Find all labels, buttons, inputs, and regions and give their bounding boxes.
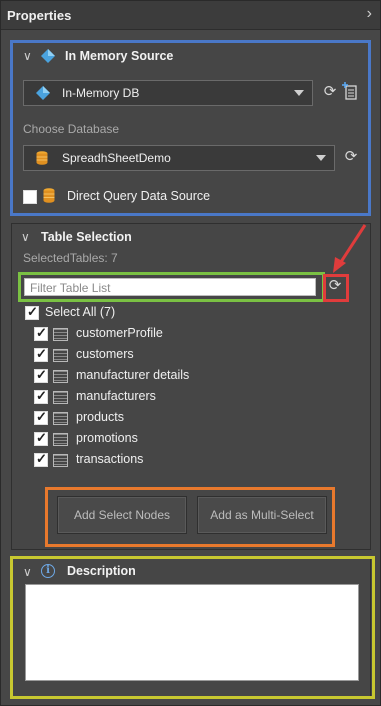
in-memory-source-icon bbox=[41, 49, 55, 63]
direct-query-checkbox[interactable] bbox=[23, 190, 37, 204]
collapse-tables-icon[interactable]: ∨ bbox=[21, 230, 30, 244]
database-type-value: In-Memory DB bbox=[62, 86, 140, 100]
filter-table-input[interactable]: Filter Table List bbox=[24, 278, 316, 296]
add-select-nodes-button[interactable]: Add Select Nodes bbox=[57, 496, 187, 534]
table-item-checkbox[interactable] bbox=[34, 451, 48, 467]
table-item-checkbox[interactable] bbox=[34, 430, 48, 446]
annotation-arrow bbox=[333, 224, 367, 273]
in-memory-db-icon bbox=[36, 86, 50, 100]
database-type-dropdown[interactable]: In-Memory DB bbox=[23, 80, 313, 106]
table-item-label: transactions bbox=[76, 452, 144, 466]
table-item-checkbox[interactable] bbox=[34, 388, 48, 404]
refresh-database-icon[interactable]: ⟳ bbox=[342, 148, 360, 166]
table-icon bbox=[53, 391, 68, 404]
choose-database-label: Choose Database bbox=[23, 122, 120, 136]
selected-tables-count: SelectedTables: 7 bbox=[23, 251, 118, 265]
info-icon: i bbox=[41, 564, 55, 578]
select-all-label: Select All (7) bbox=[45, 305, 116, 319]
table-icon bbox=[53, 328, 68, 341]
collapse-description-icon[interactable]: ∨ bbox=[23, 565, 32, 579]
refresh-tables-icon[interactable]: ⟳ bbox=[326, 277, 344, 295]
table-item-label: promotions bbox=[76, 431, 138, 445]
new-connection-icon[interactable] bbox=[342, 82, 358, 100]
direct-query-label: Direct Query Data Source bbox=[67, 189, 211, 203]
database-icon bbox=[36, 151, 48, 165]
database-dropdown[interactable]: SpreadhSheetDemo bbox=[23, 145, 335, 171]
table-item-checkbox[interactable] bbox=[34, 367, 48, 383]
description-textarea[interactable] bbox=[25, 584, 359, 681]
chevron-down-icon bbox=[316, 155, 326, 161]
properties-panel: Properties › ∨ In Memory Source In-Memor… bbox=[0, 0, 381, 706]
panel-titlebar: Properties › bbox=[1, 1, 380, 30]
table-item-label: manufacturers bbox=[76, 389, 156, 403]
table-item-checkbox[interactable] bbox=[34, 346, 48, 362]
table-icon bbox=[53, 454, 68, 467]
table-item-label: products bbox=[76, 410, 124, 424]
chevron-down-icon bbox=[294, 90, 304, 96]
database-icon bbox=[43, 188, 55, 203]
table-icon bbox=[53, 349, 68, 362]
refresh-source-icon[interactable]: ⟳ bbox=[321, 83, 339, 101]
panel-title: Properties bbox=[7, 8, 72, 23]
table-item-label: customers bbox=[76, 347, 134, 361]
database-value: SpreadhSheetDemo bbox=[62, 151, 171, 165]
table-item-label: manufacturer details bbox=[76, 368, 190, 382]
description-header: Description bbox=[67, 564, 136, 578]
select-all-checkbox[interactable] bbox=[25, 304, 39, 320]
table-icon bbox=[53, 370, 68, 383]
table-item-label: customerProfile bbox=[76, 326, 163, 340]
table-selection-header: Table Selection bbox=[41, 230, 132, 244]
table-item-checkbox[interactable] bbox=[34, 325, 48, 341]
collapse-panel-icon[interactable]: › bbox=[367, 5, 372, 23]
add-multi-select-button[interactable]: Add as Multi-Select bbox=[197, 496, 327, 534]
table-icon bbox=[53, 412, 68, 425]
table-item-checkbox[interactable] bbox=[34, 409, 48, 425]
collapse-source-icon[interactable]: ∨ bbox=[23, 49, 32, 63]
source-header: In Memory Source bbox=[65, 49, 174, 63]
table-icon bbox=[53, 433, 68, 446]
